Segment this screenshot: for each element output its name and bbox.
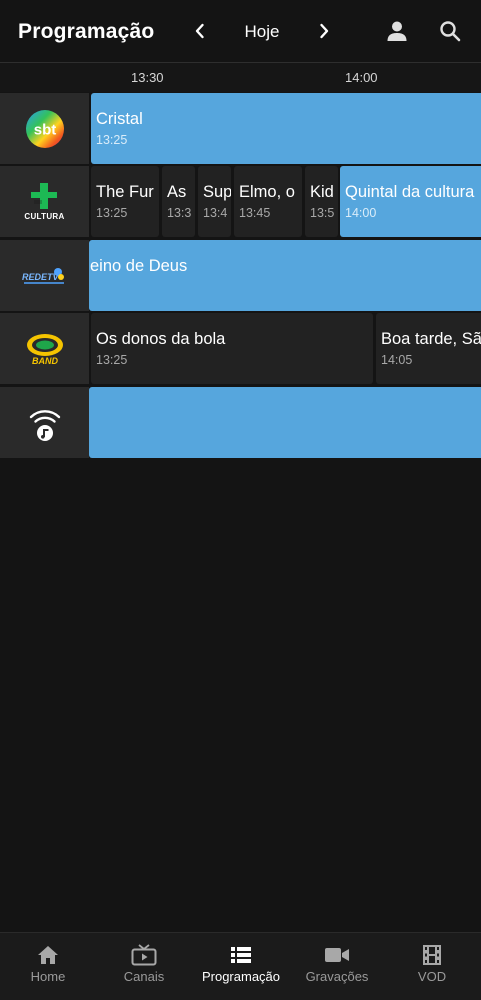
cultura-logo: CULTURA [24, 182, 64, 221]
nav-label: Home [30, 969, 66, 984]
redetv-logo-text: REDETV [22, 272, 60, 282]
channel-row-sbt: sbt Cristal 13:25 [0, 93, 481, 164]
channel-row-radio [0, 387, 481, 458]
channel-logo-redetv[interactable]: REDETV [0, 240, 89, 311]
nav-vod[interactable]: VOD [392, 933, 472, 1000]
channel-logo-radio[interactable] [0, 387, 89, 458]
program-title: Cristal [96, 110, 143, 128]
film-icon [423, 945, 441, 965]
channel-row-cultura: CULTURA The Fur 13:25 As 13:3 Sup 13:4 E… [0, 166, 481, 237]
sbt-logo: sbt [25, 109, 64, 148]
program-time: 14:05 [381, 353, 413, 367]
cultura-logo-text: CULTURA [24, 212, 65, 221]
timeline-header: 13:30 14:00 [0, 62, 481, 92]
band-logo: BAND [26, 333, 63, 366]
program-block-current[interactable]: Quintal da cultura 14:00 [340, 166, 481, 237]
nav-home[interactable]: Home [8, 933, 88, 1000]
program-time: 13:4 [203, 206, 228, 220]
list-icon [231, 947, 251, 963]
search-button[interactable] [436, 17, 464, 45]
nav-programacao[interactable]: Programação [193, 933, 289, 1000]
program-time: 13:45 [239, 206, 271, 220]
home-icon [38, 946, 58, 964]
program-block[interactable]: The Fur 13:25 [91, 166, 159, 237]
search-icon [440, 21, 461, 42]
previous-day-button[interactable] [186, 17, 214, 45]
day-selector[interactable]: Hoje [226, 22, 298, 42]
program-title: Kid [310, 183, 334, 201]
program-title: Quintal da cultura [345, 183, 475, 201]
program-block[interactable] [89, 387, 481, 458]
program-block[interactable]: Sup 13:4 [198, 166, 231, 237]
program-title: eino de Deus [90, 257, 188, 275]
profile-button[interactable] [383, 17, 411, 45]
chevron-left-icon [195, 23, 204, 39]
video-camera-icon [325, 948, 349, 962]
program-title: Boa tarde, Sã [381, 330, 481, 348]
tv-icon [131, 944, 157, 966]
page-title: Programação [18, 20, 155, 43]
redetv-logo: REDETV [22, 267, 64, 284]
sbt-logo-text: sbt [33, 121, 56, 138]
program-block[interactable]: Kid 13:5 [305, 166, 338, 237]
cultura-cross-icon [31, 183, 58, 209]
channel-row-band: BAND Os donos da bola 13:25 Boa tarde, S… [0, 313, 481, 384]
next-day-button[interactable] [310, 17, 338, 45]
program-title: Os donos da bola [96, 330, 226, 348]
program-title: Elmo, o [239, 183, 295, 201]
nav-label: Programação [201, 969, 281, 984]
nav-label: Gravações [305, 969, 369, 984]
program-block[interactable]: As 13:3 [162, 166, 195, 237]
program-time: 13:25 [96, 206, 128, 220]
nav-canais[interactable]: Canais [104, 933, 184, 1000]
band-logo-text: BAND [32, 356, 58, 366]
program-time: 13:3 [167, 206, 192, 220]
user-icon [387, 21, 407, 41]
program-time: 14:00 [345, 206, 377, 220]
app-header: Programação Hoje [0, 0, 481, 62]
chevron-right-icon [320, 23, 329, 39]
nav-gravacoes[interactable]: Gravações [296, 933, 378, 1000]
program-time: 13:25 [96, 133, 128, 147]
program-block[interactable]: Os donos da bola 13:25 [91, 313, 373, 384]
channel-logo-sbt[interactable]: sbt [0, 93, 89, 164]
channel-logo-cultura[interactable]: CULTURA [0, 166, 89, 237]
program-title: Sup [203, 183, 231, 201]
program-block[interactable]: eino de Deus [89, 240, 481, 311]
nav-label: VOD [417, 969, 447, 984]
program-time: 13:5 [310, 206, 335, 220]
nav-label: Canais [123, 969, 165, 984]
program-title: As [167, 183, 187, 201]
time-tick: 13:30 [131, 70, 164, 85]
program-title: The Fur [96, 183, 154, 201]
radio-music-icon [29, 409, 60, 441]
channel-row-redetv: REDETV eino de Deus [0, 240, 481, 311]
program-block[interactable]: Elmo, o 13:45 [234, 166, 302, 237]
channel-logo-band[interactable]: BAND [0, 313, 89, 384]
bottom-navigation: Home Canais Programação Gravações VOD [0, 932, 481, 1000]
time-tick: 14:00 [345, 70, 378, 85]
program-block[interactable]: Boa tarde, Sã 14:05 [376, 313, 481, 384]
program-block[interactable]: Cristal 13:25 [91, 93, 481, 164]
program-time: 13:25 [96, 353, 128, 367]
